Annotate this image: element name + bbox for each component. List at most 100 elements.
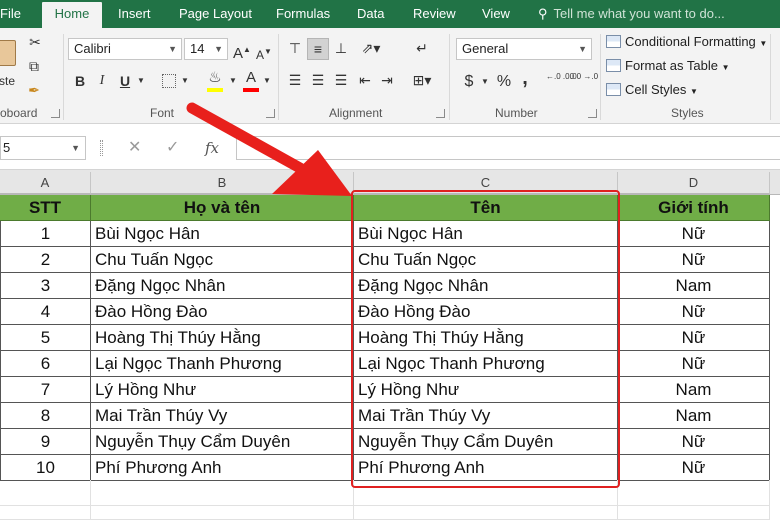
ten-cell[interactable]: Bùi Ngọc Hân [354, 221, 618, 247]
bottom-align-icon[interactable]: ⊥ [332, 38, 350, 58]
column-header-a[interactable]: A [0, 172, 91, 194]
ten-cell[interactable]: Lý Hồng Như [354, 377, 618, 403]
stt-cell[interactable]: 7 [0, 377, 91, 403]
bold-button[interactable]: B [72, 71, 88, 91]
copy-icon[interactable]: ⧉ [24, 56, 44, 76]
chevron-down-icon[interactable]: ▼ [180, 71, 190, 91]
chevron-down-icon[interactable]: ▼ [262, 71, 272, 91]
stt-cell[interactable]: 6 [0, 351, 91, 377]
wrap-text-icon[interactable]: ↵ [411, 38, 433, 58]
stt-cell[interactable]: 5 [0, 325, 91, 351]
tab-home[interactable]: Home [42, 2, 102, 28]
worksheet-grid[interactable]: A B C D STT Họ và tên Tên Giới tính 1 Bùi Ngọ… [0, 170, 780, 520]
grow-font-button[interactable]: A▲ [233, 40, 251, 64]
tab-file[interactable]: File [0, 0, 32, 28]
align-right-icon[interactable]: ☰ [332, 70, 350, 90]
empty-cell[interactable] [91, 506, 354, 520]
paste-button[interactable]: ste [0, 34, 22, 94]
shrink-font-button[interactable]: A▼ [256, 42, 272, 65]
empty-cell[interactable] [618, 506, 770, 520]
chevron-down-icon[interactable]: ▼ [136, 71, 146, 91]
ten-cell[interactable]: Lại Ngọc Thanh Phương [354, 351, 618, 377]
percent-button[interactable]: % [495, 72, 513, 92]
stt-cell[interactable]: 4 [0, 299, 91, 325]
tab-formulas[interactable]: Formulas [276, 0, 330, 28]
ten-cell[interactable]: Nguyễn Thụy Cẩm Duyên [354, 429, 618, 455]
table-header-cell[interactable]: Họ và tên [91, 195, 354, 221]
insert-function-button[interactable]: fx [205, 136, 219, 160]
empty-cell[interactable] [354, 480, 618, 506]
italic-button[interactable]: I [96, 71, 108, 91]
font-name-dropdown[interactable]: Calibri ▼ [68, 38, 182, 60]
gioi-tinh-cell[interactable]: Nam [618, 377, 770, 403]
gioi-tinh-cell[interactable]: Nam [618, 403, 770, 429]
ho-va-ten-cell[interactable]: Nguyễn Thụy Cẩm Duyên [91, 429, 354, 455]
table-header-cell[interactable]: STT [0, 195, 91, 221]
font-size-dropdown[interactable]: 14 ▼ [184, 38, 228, 60]
ten-cell[interactable]: Đặng Ngọc Nhân [354, 273, 618, 299]
increase-decimal-button[interactable]: ←.0 .00 [546, 72, 574, 81]
ten-cell[interactable]: Chu Tuấn Ngọc [354, 247, 618, 273]
fill-color-icon[interactable]: ♨ [206, 68, 224, 88]
ten-cell[interactable]: Mai Trần Thúy Vy [354, 403, 618, 429]
comma-button[interactable]: , [518, 68, 532, 88]
underline-button[interactable]: U [118, 71, 132, 91]
ho-va-ten-cell[interactable]: Lại Ngọc Thanh Phương [91, 351, 354, 377]
stt-cell[interactable]: 1 [0, 221, 91, 247]
middle-align-icon[interactable]: ≡ [307, 38, 329, 60]
tab-review[interactable]: Review [413, 0, 456, 28]
top-align-icon[interactable]: ⊤ [286, 38, 304, 58]
ten-cell[interactable]: Đào Hồng Đào [354, 299, 618, 325]
number-format-dropdown[interactable]: General ▼ [456, 38, 592, 60]
clipboard-launcher-icon[interactable] [51, 109, 60, 118]
column-header-b[interactable]: B [91, 172, 354, 194]
ho-va-ten-cell[interactable]: Bùi Ngọc Hân [91, 221, 354, 247]
stt-cell[interactable]: 2 [0, 247, 91, 273]
conditional-formatting-button[interactable]: Conditional Formatting ▼ [606, 32, 767, 52]
ho-va-ten-cell[interactable]: Lý Hồng Như [91, 377, 354, 403]
empty-cell[interactable] [354, 506, 618, 520]
stt-cell[interactable]: 9 [0, 429, 91, 455]
gioi-tinh-cell[interactable]: Nữ [618, 455, 770, 481]
ho-va-ten-cell[interactable]: Đào Hồng Đào [91, 299, 354, 325]
decrease-decimal-button[interactable]: .00 →.0 [570, 72, 598, 81]
stt-cell[interactable]: 8 [0, 403, 91, 429]
cancel-icon[interactable]: ✕ [128, 136, 141, 160]
gioi-tinh-cell[interactable]: Nữ [618, 351, 770, 377]
column-header-d[interactable]: D [618, 172, 770, 194]
empty-cell[interactable] [0, 506, 91, 520]
table-header-cell[interactable]: Tên [354, 195, 618, 221]
alignment-launcher-icon[interactable] [436, 109, 445, 118]
align-left-icon[interactable]: ☰ [286, 70, 304, 90]
tab-data[interactable]: Data [357, 0, 384, 28]
column-header-c[interactable]: C [354, 172, 618, 194]
ten-cell[interactable]: Phí Phương Anh [354, 455, 618, 481]
ho-va-ten-cell[interactable]: Đặng Ngọc Nhân [91, 273, 354, 299]
cell-styles-button[interactable]: Cell Styles ▼ [606, 80, 698, 100]
gioi-tinh-cell[interactable]: Nữ [618, 429, 770, 455]
formula-input[interactable] [236, 136, 780, 160]
gioi-tinh-cell[interactable]: Nữ [618, 247, 770, 273]
font-launcher-icon[interactable] [266, 109, 275, 118]
gioi-tinh-cell[interactable]: Nữ [618, 221, 770, 247]
format-painter-icon[interactable]: ✒ [24, 80, 44, 100]
decrease-indent-icon[interactable]: ⇤ [356, 70, 374, 90]
format-as-table-button[interactable]: Format as Table ▼ [606, 56, 730, 76]
orientation-icon[interactable]: ⇗▾ [358, 38, 384, 58]
currency-button[interactable]: $ [460, 72, 478, 92]
tab-insert[interactable]: Insert [118, 0, 151, 28]
tab-page-layout[interactable]: Page Layout [179, 0, 252, 28]
align-center-icon[interactable]: ☰ [309, 70, 327, 90]
number-launcher-icon[interactable] [588, 109, 597, 118]
ten-cell[interactable]: Hoàng Thị Thúy Hằng [354, 325, 618, 351]
increase-indent-icon[interactable]: ⇥ [378, 70, 396, 90]
table-header-cell[interactable]: Giới tính [618, 195, 770, 221]
borders-button[interactable] [162, 74, 176, 88]
stt-cell[interactable]: 10 [0, 455, 91, 481]
ho-va-ten-cell[interactable]: Mai Trần Thúy Vy [91, 403, 354, 429]
empty-cell[interactable] [618, 480, 770, 506]
stt-cell[interactable]: 3 [0, 273, 91, 299]
tell-me-search[interactable]: ⚲ Tell me what you want to do... [538, 0, 725, 28]
cut-icon[interactable]: ✂ [26, 32, 44, 52]
font-color-button[interactable]: A [243, 68, 259, 88]
